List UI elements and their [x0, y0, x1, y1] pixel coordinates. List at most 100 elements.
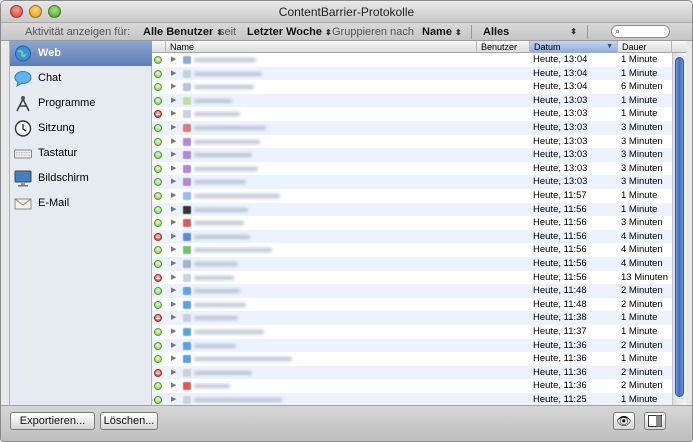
table-row[interactable]: ▶ Heute, 11:56 13 Minuten	[152, 271, 672, 285]
table-row[interactable]: ▶ Heute, 11:36 2 Minuten	[152, 365, 672, 380]
vertical-scrollbar[interactable]	[672, 53, 686, 405]
table-row[interactable]: ▶ Heute, 13:04 6 Minuten	[152, 80, 672, 94]
disclosure-triangle-icon[interactable]: ▶	[171, 121, 176, 135]
table-row[interactable]: ▶ Heute, 11:56 4 Minuten	[152, 229, 672, 244]
disclosure-triangle-icon[interactable]: ▶	[171, 216, 176, 230]
name-column-header[interactable]: Name	[166, 41, 477, 53]
zoom-window-button[interactable]	[48, 5, 61, 18]
site-favicon-icon	[183, 300, 191, 309]
user-column-header[interactable]: Benutzer	[477, 41, 530, 53]
sidebar-item-bildschirm[interactable]: Bildschirm	[10, 166, 152, 191]
date-column-header[interactable]: Datum ▼	[530, 41, 618, 53]
disclosure-triangle-icon[interactable]: ▶	[171, 325, 176, 339]
disclosure-triangle-icon[interactable]: ▶	[171, 298, 176, 312]
disclosure-triangle-icon[interactable]: ▶	[171, 148, 176, 162]
table-row[interactable]: ▶ Heute, 11:56 1 Minute	[152, 202, 672, 217]
sidebar-item-label: Sitzung	[38, 122, 75, 134]
disclosure-triangle-icon[interactable]: ▶	[171, 175, 176, 189]
table-row[interactable]: ▶ Heute, 13:03 3 Minuten	[152, 135, 672, 149]
disclosure-triangle-icon[interactable]: ▶	[171, 107, 176, 121]
sidebar-item-email[interactable]: E-Mail	[10, 191, 152, 216]
user-filter-popup[interactable]: Alle Benutzer ⬍	[143, 26, 223, 39]
disclosure-triangle-icon[interactable]: ▶	[171, 257, 176, 271]
date-cell: Heute, 11:36	[533, 380, 587, 392]
scrollbar-thumb[interactable]	[675, 57, 684, 397]
disclosure-triangle-icon[interactable]: ▶	[171, 352, 176, 366]
close-window-button[interactable]	[10, 5, 23, 18]
table-row[interactable]: ▶ Heute, 11:37 1 Minute	[152, 325, 672, 339]
group-by-popup[interactable]: Name ⬍	[422, 26, 462, 39]
type-filter-popup[interactable]: Alles ⬍	[483, 26, 577, 38]
sidebar-item-programme[interactable]: Programme	[10, 91, 152, 116]
table-row[interactable]: ▶ Heute, 11:36 2 Minuten	[152, 338, 672, 353]
table-row[interactable]: ▶ Heute, 13:03 1 Minute	[152, 107, 672, 121]
disclosure-triangle-icon[interactable]: ▶	[171, 162, 176, 176]
type-filter-value: Alles	[483, 26, 510, 38]
table-row[interactable]: ▶ Heute, 13:03 3 Minuten	[152, 121, 672, 135]
table-row[interactable]: ▶ Heute, 11:48 2 Minuten	[152, 284, 672, 298]
disclosure-triangle-icon[interactable]: ▶	[171, 379, 176, 393]
table-row[interactable]: ▶ Heute, 11:56 4 Minuten	[152, 257, 672, 271]
table-row[interactable]: ▶ Heute, 13:04 1 Minute	[152, 66, 672, 81]
table-row[interactable]: ▶ Heute, 11:36 1 Minute	[152, 352, 672, 366]
date-cell: Heute, 13:03	[533, 122, 588, 133]
disclosure-triangle-icon[interactable]: ▶	[171, 339, 176, 353]
speech-bubble-icon	[14, 71, 32, 87]
status-column-header[interactable]	[152, 41, 166, 53]
allowed-status-icon	[154, 96, 162, 105]
disclosure-triangle-icon[interactable]: ▶	[171, 271, 176, 285]
table-row[interactable]: ▶ Heute, 11:57 1 Minute	[152, 189, 672, 203]
duration-cell: 1 Minute	[621, 203, 658, 215]
table-row[interactable]: ▶ Heute, 11:38 1 Minute	[152, 311, 672, 325]
sidebar-item-chat[interactable]: Chat	[10, 66, 152, 91]
site-favicon-icon	[183, 56, 191, 64]
disclosure-triangle-icon[interactable]: ▶	[171, 284, 176, 298]
blocked-status-icon	[154, 273, 162, 282]
table-row[interactable]: ▶ Heute, 13:03 3 Minuten	[152, 175, 672, 189]
disclosure-triangle-icon[interactable]: ▶	[171, 94, 176, 108]
disclosure-triangle-icon[interactable]: ▶	[171, 311, 176, 325]
date-cell: Heute, 11:56	[533, 203, 587, 215]
table-row[interactable]: ▶ Heute, 13:03 3 Minuten	[152, 148, 672, 162]
table-row[interactable]: ▶ Heute, 13:03 3 Minuten	[152, 162, 672, 176]
toggle-panel-button[interactable]	[644, 412, 666, 430]
date-cell: Heute, 13:03	[533, 176, 588, 188]
site-favicon-icon	[183, 151, 191, 160]
table-row[interactable]: ▶ Heute, 11:56 4 Minuten	[152, 243, 672, 257]
allowed-status-icon	[154, 260, 162, 268]
date-cell: Heute, 13:03	[533, 162, 588, 174]
duration-cell: 3 Minuten	[621, 122, 663, 133]
sidebar-item-web[interactable]: Web	[10, 41, 152, 66]
date-cell: Heute, 11:57	[533, 190, 587, 201]
disclosure-triangle-icon[interactable]: ▶	[171, 53, 176, 67]
duration-cell: 4 Minuten	[621, 244, 663, 256]
site-favicon-icon	[183, 246, 191, 255]
disclosure-triangle-icon[interactable]: ▶	[171, 135, 176, 149]
search-field[interactable]: ⌕	[611, 25, 670, 38]
duration-cell: 2 Minuten	[621, 380, 663, 392]
table-row[interactable]: ▶ Heute, 11:36 2 Minuten	[152, 379, 672, 393]
sidebar-item-tastatur[interactable]: Tastatur	[10, 141, 152, 166]
export-button[interactable]: Exportieren...	[10, 412, 95, 430]
disclosure-triangle-icon[interactable]: ▶	[171, 189, 176, 203]
period-filter-popup[interactable]: Letzter Woche ⬍	[247, 26, 332, 39]
minimize-window-button[interactable]	[29, 5, 42, 18]
disclosure-triangle-icon[interactable]: ▶	[171, 80, 176, 94]
view-details-button[interactable]: 👁	[613, 412, 635, 430]
allowed-status-icon	[154, 164, 162, 173]
table-row[interactable]: ▶ Heute, 13:04 1 Minute	[152, 53, 672, 67]
table-row[interactable]: ▶ Heute, 11:56 3 Minuten	[152, 216, 672, 230]
disclosure-triangle-icon[interactable]: ▶	[171, 366, 176, 380]
disclosure-triangle-icon[interactable]: ▶	[171, 243, 176, 257]
duration-column-header[interactable]: Dauer	[618, 41, 672, 53]
delete-button[interactable]: Löschen...	[100, 412, 158, 430]
disclosure-triangle-icon[interactable]: ▶	[171, 230, 176, 244]
disclosure-triangle-icon[interactable]: ▶	[171, 67, 176, 81]
table-row[interactable]: ▶ Heute, 11:48 2 Minuten	[152, 298, 672, 312]
redacted-site-name	[194, 343, 236, 348]
table-row[interactable]: ▶ Heute, 13:03 1 Minute	[152, 93, 672, 108]
allowed-status-icon	[154, 287, 162, 296]
sidebar-item-sitzung[interactable]: Sitzung	[10, 116, 152, 141]
period-filter-value: Letzter Woche	[247, 26, 322, 38]
disclosure-triangle-icon[interactable]: ▶	[171, 203, 176, 217]
